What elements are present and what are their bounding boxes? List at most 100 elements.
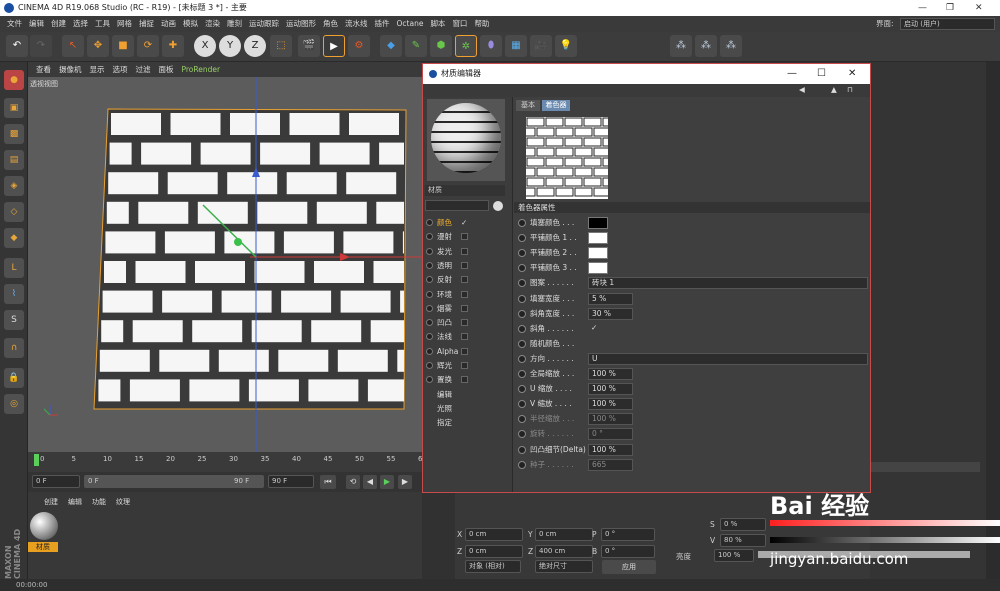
channel-radio[interactable]	[426, 276, 433, 284]
property-radio[interactable]	[518, 309, 526, 318]
material-thumbnail[interactable]	[30, 512, 58, 540]
viewport-menu-item[interactable]: ProRender	[182, 65, 221, 74]
back-arrow-icon[interactable]: ◀	[799, 85, 805, 94]
prev-key-icon[interactable]: ⟲	[346, 475, 360, 489]
coordinate-mode-select[interactable]: 对象 (相对)	[465, 560, 521, 573]
points-mode-icon[interactable]: ◈	[4, 176, 24, 196]
array-icon[interactable]: ✲	[455, 35, 477, 57]
channel-checkbox[interactable]	[461, 247, 468, 255]
close-icon[interactable]: ✕	[975, 0, 983, 16]
cube-icon[interactable]: ◆	[380, 35, 402, 57]
menu-item[interactable]: 捕捉	[139, 19, 154, 28]
menu-item[interactable]: 脚本	[430, 19, 445, 28]
viewport-menu-item[interactable]: 过滤	[136, 65, 151, 74]
apply-button[interactable]: 应用	[602, 560, 656, 574]
menu-item[interactable]: 模拟	[183, 19, 198, 28]
y-axis-icon[interactable]: Y	[219, 35, 241, 57]
channel-item[interactable]: 辉光	[425, 359, 511, 372]
max-frame-field[interactable]: 90 F	[268, 475, 314, 488]
color-swatch[interactable]	[588, 217, 608, 229]
channel-extra-item[interactable]: 光照	[425, 402, 511, 415]
menu-item[interactable]: 运动图形	[286, 19, 316, 28]
property-radio[interactable]	[518, 324, 526, 333]
property-radio[interactable]	[518, 400, 526, 409]
property-value-field[interactable]: 100 %	[588, 383, 633, 396]
tab-basic[interactable]: 基本	[516, 100, 540, 111]
property-radio[interactable]	[518, 370, 526, 378]
channel-item[interactable]: 颜色 ✓	[425, 216, 511, 229]
play-icon[interactable]: ▶	[380, 475, 394, 489]
workplane-lock-icon[interactable]: ◎	[4, 394, 24, 414]
camera-icon[interactable]: 🎥	[530, 35, 552, 57]
property-value-field[interactable]: 100 %	[588, 443, 633, 456]
channel-item[interactable]: 法线	[425, 330, 511, 343]
scale-icon[interactable]: ■	[112, 35, 134, 57]
menu-item[interactable]: 窗口	[452, 19, 467, 28]
coordinate-system-icon[interactable]: ⬚	[270, 35, 292, 57]
property-checkbox[interactable]	[588, 338, 598, 350]
channel-checkbox[interactable]: ✓	[461, 216, 468, 227]
channel-radio[interactable]	[426, 290, 433, 298]
channel-item[interactable]: Alpha	[425, 345, 511, 358]
make-editable-icon[interactable]: ●	[4, 70, 24, 90]
undo-icon[interactable]: ↶	[6, 35, 28, 57]
polygons-mode-icon[interactable]: ◆	[4, 228, 24, 248]
channel-checkbox[interactable]	[461, 304, 468, 312]
dialog-minimize-icon[interactable]: —	[787, 64, 797, 84]
property-radio[interactable]	[518, 445, 526, 454]
size-mode-select[interactable]: 绝对尺寸	[535, 560, 593, 573]
step-forward-icon[interactable]: ▶	[398, 475, 412, 489]
property-value-field[interactable]: 100 %	[588, 398, 633, 411]
channel-radio[interactable]	[426, 247, 433, 255]
subdivision-icon[interactable]: ⬢	[430, 35, 452, 57]
property-radio[interactable]	[518, 279, 526, 288]
property-value-field[interactable]: 100 %	[588, 368, 633, 380]
x-axis-icon[interactable]: X	[194, 35, 216, 57]
texture-mode-icon[interactable]: ▩	[4, 124, 24, 144]
add-tool-icon[interactable]: ✚	[162, 35, 184, 57]
property-radio[interactable]	[518, 385, 526, 394]
channel-item[interactable]: 漫射	[425, 230, 511, 243]
channel-item[interactable]: 反射	[425, 273, 511, 286]
menu-item[interactable]: 流水线	[345, 19, 368, 28]
channel-item[interactable]: 发光	[425, 245, 511, 258]
step-back-icon[interactable]: ◀	[363, 475, 377, 489]
channel-radio[interactable]	[426, 219, 433, 226]
y-size-field[interactable]: 0 cm	[535, 528, 593, 541]
viewport-menu-item[interactable]: 选项	[113, 65, 128, 74]
playhead[interactable]	[34, 454, 39, 466]
property-radio[interactable]	[518, 219, 526, 227]
property-radio[interactable]	[518, 264, 526, 273]
channel-checkbox[interactable]	[461, 347, 468, 355]
cursor-icon[interactable]: ▲	[831, 85, 837, 94]
render-settings-icon[interactable]: ⚙	[348, 35, 370, 57]
octane-icon-2[interactable]: ⁂	[695, 35, 717, 57]
x-position-field[interactable]: 0 cm	[465, 528, 523, 541]
redo-icon[interactable]: ↷	[30, 35, 52, 57]
b-rotation-field[interactable]: 0 °	[601, 545, 655, 558]
channel-radio[interactable]	[426, 333, 433, 341]
model-mode-icon[interactable]: ▣	[4, 98, 24, 118]
channel-radio[interactable]	[426, 347, 433, 355]
restore-icon[interactable]: ❐	[946, 0, 954, 16]
property-value-field[interactable]: 30 %	[588, 307, 633, 320]
value-field[interactable]: 80 %	[720, 534, 766, 547]
menu-item[interactable]: 角色	[323, 19, 338, 28]
viewport-menu-item[interactable]: 显示	[90, 65, 105, 74]
dialog-maximize-icon[interactable]: ☐	[817, 64, 826, 84]
property-radio[interactable]	[518, 415, 526, 424]
channel-item[interactable]: 透明	[425, 259, 511, 272]
menu-item[interactable]: 工具	[95, 19, 110, 28]
menu-item[interactable]: 编辑	[29, 19, 44, 28]
channel-checkbox[interactable]	[461, 376, 468, 384]
menu-item[interactable]: 帮助	[474, 19, 489, 28]
property-radio[interactable]	[518, 234, 526, 243]
material-name-field[interactable]: 材质	[425, 185, 505, 196]
menu-item[interactable]: 插件	[375, 19, 390, 28]
z-position-field[interactable]: 0 cm	[465, 545, 523, 558]
saturation-field[interactable]: 0 %	[720, 518, 766, 531]
property-dropdown[interactable]: 砖块 1	[588, 277, 868, 290]
deformer-icon[interactable]: ⬮	[480, 35, 502, 57]
channel-extra-item[interactable]: 指定	[425, 416, 511, 429]
tab-shader[interactable]: 着色器	[542, 100, 570, 111]
